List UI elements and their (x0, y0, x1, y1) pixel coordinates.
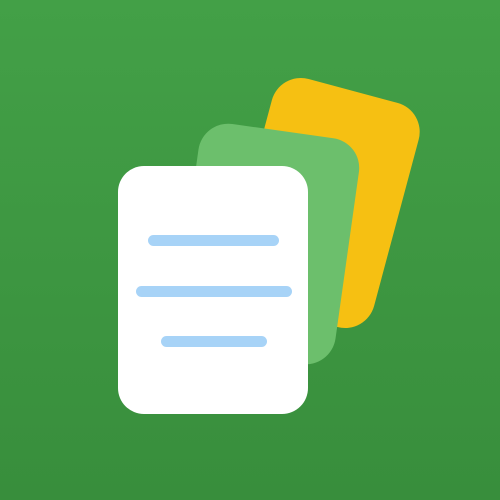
notes-stack-icon (0, 0, 500, 500)
app-icon-graphic (0, 0, 500, 500)
page-text-line-2 (136, 286, 292, 297)
page-text-line-1 (148, 235, 279, 246)
page-text-line-3 (161, 336, 267, 347)
